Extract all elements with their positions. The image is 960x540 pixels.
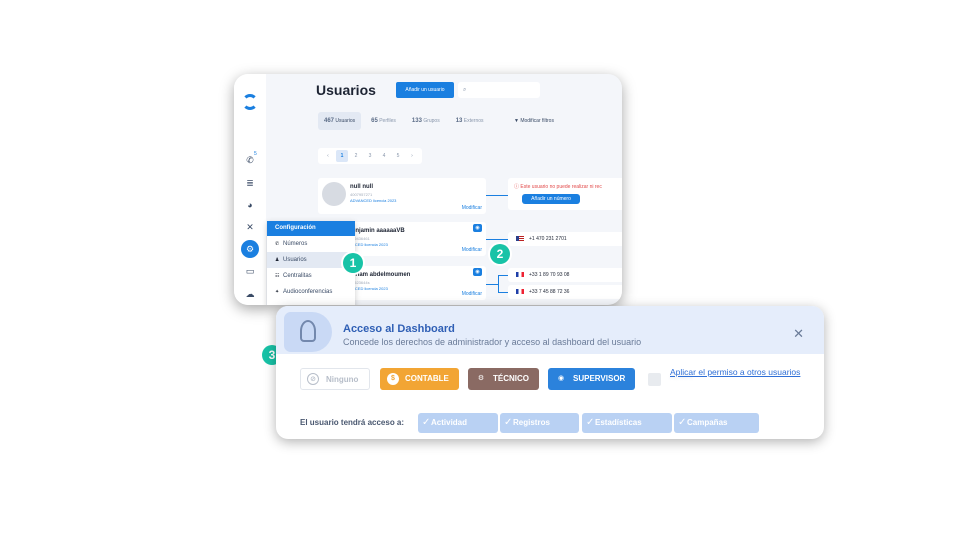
page-2[interactable]: 2 — [350, 150, 362, 162]
configuration-menu-header: Configuración — [267, 221, 355, 236]
panel-title: Acceso al Dashboard — [343, 323, 455, 335]
warning-icon: ⓘ — [514, 184, 520, 190]
modify-filters-button[interactable]: ▼ Modificar filtros — [514, 118, 554, 124]
app-logo-icon[interactable] — [242, 94, 258, 110]
modify-link[interactable]: Modificar — [462, 205, 482, 211]
menu-item-numeros[interactable]: ✆ Números — [267, 236, 355, 252]
add-user-button[interactable]: Añadir un usuario — [396, 82, 454, 98]
access-campanas-chip[interactable]: Campañas — [674, 413, 759, 433]
phone-number-row[interactable]: +33 7 45 88 72 36 — [508, 285, 622, 299]
page-5[interactable]: 5 — [392, 150, 404, 162]
cloud-icon[interactable]: ☁ — [244, 288, 256, 300]
eye-icon: ◉ — [557, 375, 565, 382]
pagination: ‹ 1 2 3 4 5 › — [318, 148, 422, 164]
role-contable-button[interactable]: $ CONTABLE — [380, 368, 459, 390]
user-name: enjamin aaaaaaVB — [352, 228, 405, 234]
apply-permission-link[interactable]: Aplicar el permiso a otros usuarios — [670, 367, 800, 377]
configuration-menu: Configuración ✆ Números ♟ Usuarios ☷ Centra… — [267, 221, 355, 305]
step-badge-2: 2 — [490, 244, 510, 264]
phone-notification-badge: 5 — [254, 151, 257, 157]
users-app-window: ✆ 5 ≣ ◕ ✕ ⚙ ▭ ☁ Usuarios Añadir un usuar… — [234, 74, 622, 305]
eye-icon[interactable]: ◉ — [473, 224, 482, 232]
tab-grupos[interactable]: 133 Grupos — [406, 112, 446, 130]
page-prev[interactable]: ‹ — [322, 150, 334, 162]
keyboard-icon[interactable]: ▭ — [244, 265, 256, 277]
page-4[interactable]: 4 — [378, 150, 390, 162]
fr-flag-icon — [516, 289, 524, 295]
menu-item-audioconferencias[interactable]: ✦ Audioconferencias — [267, 284, 355, 300]
fr-flag-icon — [516, 272, 524, 278]
role-ninguno-button[interactable]: ⊘ Ninguno — [300, 368, 370, 390]
tab-externos[interactable]: 13 Externos — [450, 112, 490, 130]
gear-icon: ⚙ — [477, 375, 485, 382]
connector-line — [486, 284, 498, 285]
tab-perfiles[interactable]: 65 Perfiles — [365, 112, 402, 130]
connector-line — [486, 239, 508, 240]
award-icon — [300, 320, 316, 342]
page-3[interactable]: 3 — [364, 150, 376, 162]
coin-icon: $ — [387, 373, 399, 385]
user-license: ADVANCED licencia 2023 — [350, 198, 397, 203]
connector-line — [486, 195, 508, 196]
close-icon[interactable]: ✕ — [793, 326, 804, 342]
role-tecnico-button[interactable]: ⚙ TÉCNICO — [468, 368, 539, 390]
list-icon[interactable]: ≣ — [244, 177, 256, 189]
no-number-warning: ⓘ Este usuario no puede realizar ni rec … — [508, 178, 622, 210]
access-registros-chip[interactable]: Registros — [500, 413, 579, 433]
page-title: Usuarios — [316, 82, 376, 98]
page-1[interactable]: 1 — [336, 150, 348, 162]
access-label: El usuario tendrá acceso a: — [300, 418, 405, 427]
access-actividad-chip[interactable]: Actividad — [418, 413, 498, 433]
modify-link[interactable]: Modificar — [462, 247, 482, 253]
sidebar: ✆ 5 ≣ ◕ ✕ ⚙ ▭ ☁ — [234, 74, 266, 305]
user-icon: ♟ — [275, 257, 280, 263]
panel-header: Acceso al Dashboard Concede los derechos… — [276, 306, 824, 354]
user-name: null null — [350, 184, 373, 190]
page-next[interactable]: › — [406, 150, 418, 162]
add-number-button[interactable]: Añadir un número — [522, 194, 580, 204]
connector-line — [498, 292, 508, 293]
eye-icon[interactable]: ◉ — [473, 268, 482, 276]
menu-item-usuarios[interactable]: ♟ Usuarios — [267, 252, 355, 268]
switchboard-icon: ☷ — [275, 273, 280, 279]
role-supervisor-button[interactable]: ◉ SUPERVISOR — [548, 368, 635, 390]
block-icon: ⊘ — [307, 373, 319, 385]
warning-text: ⓘ Este usuario no puede realizar ni rec — [514, 184, 602, 190]
settings-gear-icon[interactable]: ⚙ — [241, 240, 259, 258]
user-license: NCED licencia 2023 — [352, 242, 388, 247]
phone-number-row[interactable]: +1 470 231 2701 — [508, 232, 622, 246]
user-tabs: 467 Usuarios 65 Perfiles 133 Grupos 13 E… — [318, 112, 490, 130]
access-estadisticas-chip[interactable]: Estadísticas — [582, 413, 672, 433]
dashboard-access-panel: Acceso al Dashboard Concede los derechos… — [276, 306, 824, 439]
phone-number-row[interactable]: +33 1 89 70 93 08 — [508, 268, 622, 282]
chart-icon[interactable]: ◕ — [244, 199, 256, 211]
phone-icon: ✆ — [275, 241, 280, 247]
group-icon: ✦ — [275, 289, 280, 295]
menu-item-centralitas[interactable]: ☷ Centralitas — [267, 268, 355, 284]
admin-checkbox[interactable] — [648, 373, 661, 386]
step-badge-1: 1 — [343, 253, 363, 273]
avatar — [322, 182, 346, 206]
search-icon: ⌕ — [463, 87, 467, 93]
tab-usuarios[interactable]: 467 Usuarios — [318, 112, 362, 130]
modify-link[interactable]: Modificar — [462, 291, 482, 297]
user-extension: 4007957271 — [350, 192, 373, 197]
panel-subtitle: Concede los derechos de administrador y … — [343, 337, 642, 347]
connector-line — [498, 275, 499, 293]
us-flag-icon — [516, 236, 524, 242]
search-input[interactable]: ⌕ — [458, 82, 540, 98]
connector-line — [498, 275, 508, 276]
user-license: NCED licencia 2023 — [352, 286, 388, 291]
tools-icon[interactable]: ✕ — [244, 221, 256, 233]
user-name: yriam abdelmoumen — [352, 272, 411, 278]
filter-icon: ▼ — [514, 118, 519, 124]
user-card[interactable]: null null 4007957271 ADVANCED licencia 2… — [318, 178, 486, 214]
